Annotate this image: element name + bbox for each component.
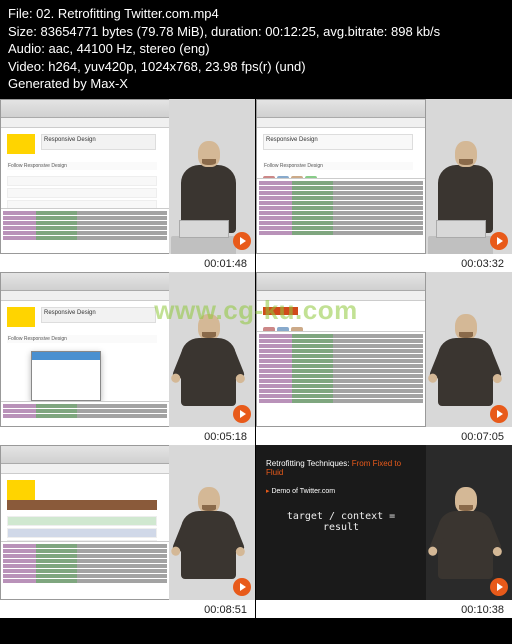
timestamp-label: 00:03:32 <box>461 258 504 270</box>
laptop-icon <box>428 236 493 254</box>
presentation-slide: Retrofitting Techniques: From Fixed to F… <box>256 445 426 600</box>
timestamp-bar: 00:01:48 <box>0 254 255 272</box>
follow-bar: Follow Responsive Design <box>7 162 157 170</box>
page-logo-block <box>7 134 35 154</box>
follow-bar: Follow Responsive Design <box>7 335 157 343</box>
page-logo-block <box>7 480 35 500</box>
browser-screenshot <box>0 445 170 600</box>
play-icon <box>490 405 508 423</box>
devtools-panel <box>1 208 169 253</box>
size-line: Size: 83654771 bytes (79.78 MiB), durati… <box>8 23 504 41</box>
speaker-view <box>426 272 512 427</box>
thumbnail-row: Responsive Design Follow Responsive Desi… <box>0 99 512 272</box>
play-icon <box>233 232 251 250</box>
follow-bar: Follow Responsive Design <box>263 162 413 170</box>
timestamp-bar: 00:10:38 <box>256 600 512 618</box>
thumbnail-cell[interactable]: Responsive Design Follow Responsive Desi… <box>256 99 512 272</box>
slide-formula: target / context = result <box>266 511 416 533</box>
thumbnail-cell[interactable]: 00:08:51 <box>0 445 256 618</box>
timestamp-bar: 00:03:32 <box>256 254 512 272</box>
devtools-panel <box>257 331 425 426</box>
thumbnail-row: 00:08:51 Retrofitting Techniques: From F… <box>0 445 512 618</box>
file-name-line: File: 02. Retrofitting Twitter.com.mp4 <box>8 5 504 23</box>
video-line: Video: h264, yuv420p, 1024x768, 23.98 fp… <box>8 58 504 76</box>
page-accent <box>263 307 298 315</box>
play-icon <box>233 405 251 423</box>
browser-screenshot: Responsive Design Follow Responsive Desi… <box>256 99 426 254</box>
page-banner <box>7 500 157 510</box>
timestamp-bar: 00:08:51 <box>0 600 255 618</box>
timestamp-label: 00:10:38 <box>461 604 504 616</box>
page-title: Responsive Design <box>41 134 156 150</box>
timestamp-label: 00:05:18 <box>204 431 247 443</box>
thumbnail-row: Responsive Design Follow Responsive Desi… <box>0 272 512 445</box>
browser-screenshot: Responsive Design Follow Responsive Desi… <box>0 272 170 427</box>
play-icon <box>490 232 508 250</box>
generated-line: Generated by Max-X <box>8 75 504 93</box>
browser-screenshot: Responsive Design Follow Responsive Desi… <box>0 99 170 254</box>
page-title: Responsive Design <box>263 134 413 150</box>
slide-subtitle: Demo of Twitter.com <box>266 487 416 495</box>
page-logo-block <box>7 307 35 327</box>
browser-screenshot <box>256 272 426 427</box>
play-icon <box>490 578 508 596</box>
timestamp-bar: 00:05:18 <box>0 427 255 445</box>
play-icon <box>233 578 251 596</box>
timestamp-label: 00:07:05 <box>461 431 504 443</box>
thumbnail-grid: Responsive Design Follow Responsive Desi… <box>0 99 512 618</box>
devtools-panel <box>257 178 425 253</box>
media-info-header: File: 02. Retrofitting Twitter.com.mp4 S… <box>0 0 512 99</box>
thumbnail-cell[interactable]: Responsive Design Follow Responsive Desi… <box>0 99 256 272</box>
speaker-view <box>169 99 255 254</box>
slide-title: Retrofitting Techniques: From Fixed to F… <box>266 459 416 477</box>
page-title: Responsive Design <box>41 307 156 323</box>
laptop-icon <box>171 236 236 254</box>
timestamp-bar: 00:07:05 <box>256 427 512 445</box>
speaker-view <box>169 272 255 427</box>
audio-line: Audio: aac, 44100 Hz, stereo (eng) <box>8 40 504 58</box>
speaker-view <box>426 445 512 600</box>
speaker-view <box>426 99 512 254</box>
speaker-view <box>169 445 255 600</box>
timestamp-label: 00:08:51 <box>204 604 247 616</box>
thumbnail-cell[interactable]: 00:07:05 <box>256 272 512 445</box>
thumbnail-cell[interactable]: Retrofitting Techniques: From Fixed to F… <box>256 445 512 618</box>
modal-popup <box>31 351 101 401</box>
devtools-panel <box>1 401 169 426</box>
devtools-panel <box>1 541 169 599</box>
timestamp-label: 00:01:48 <box>204 258 247 270</box>
thumbnail-cell[interactable]: Responsive Design Follow Responsive Desi… <box>0 272 256 445</box>
